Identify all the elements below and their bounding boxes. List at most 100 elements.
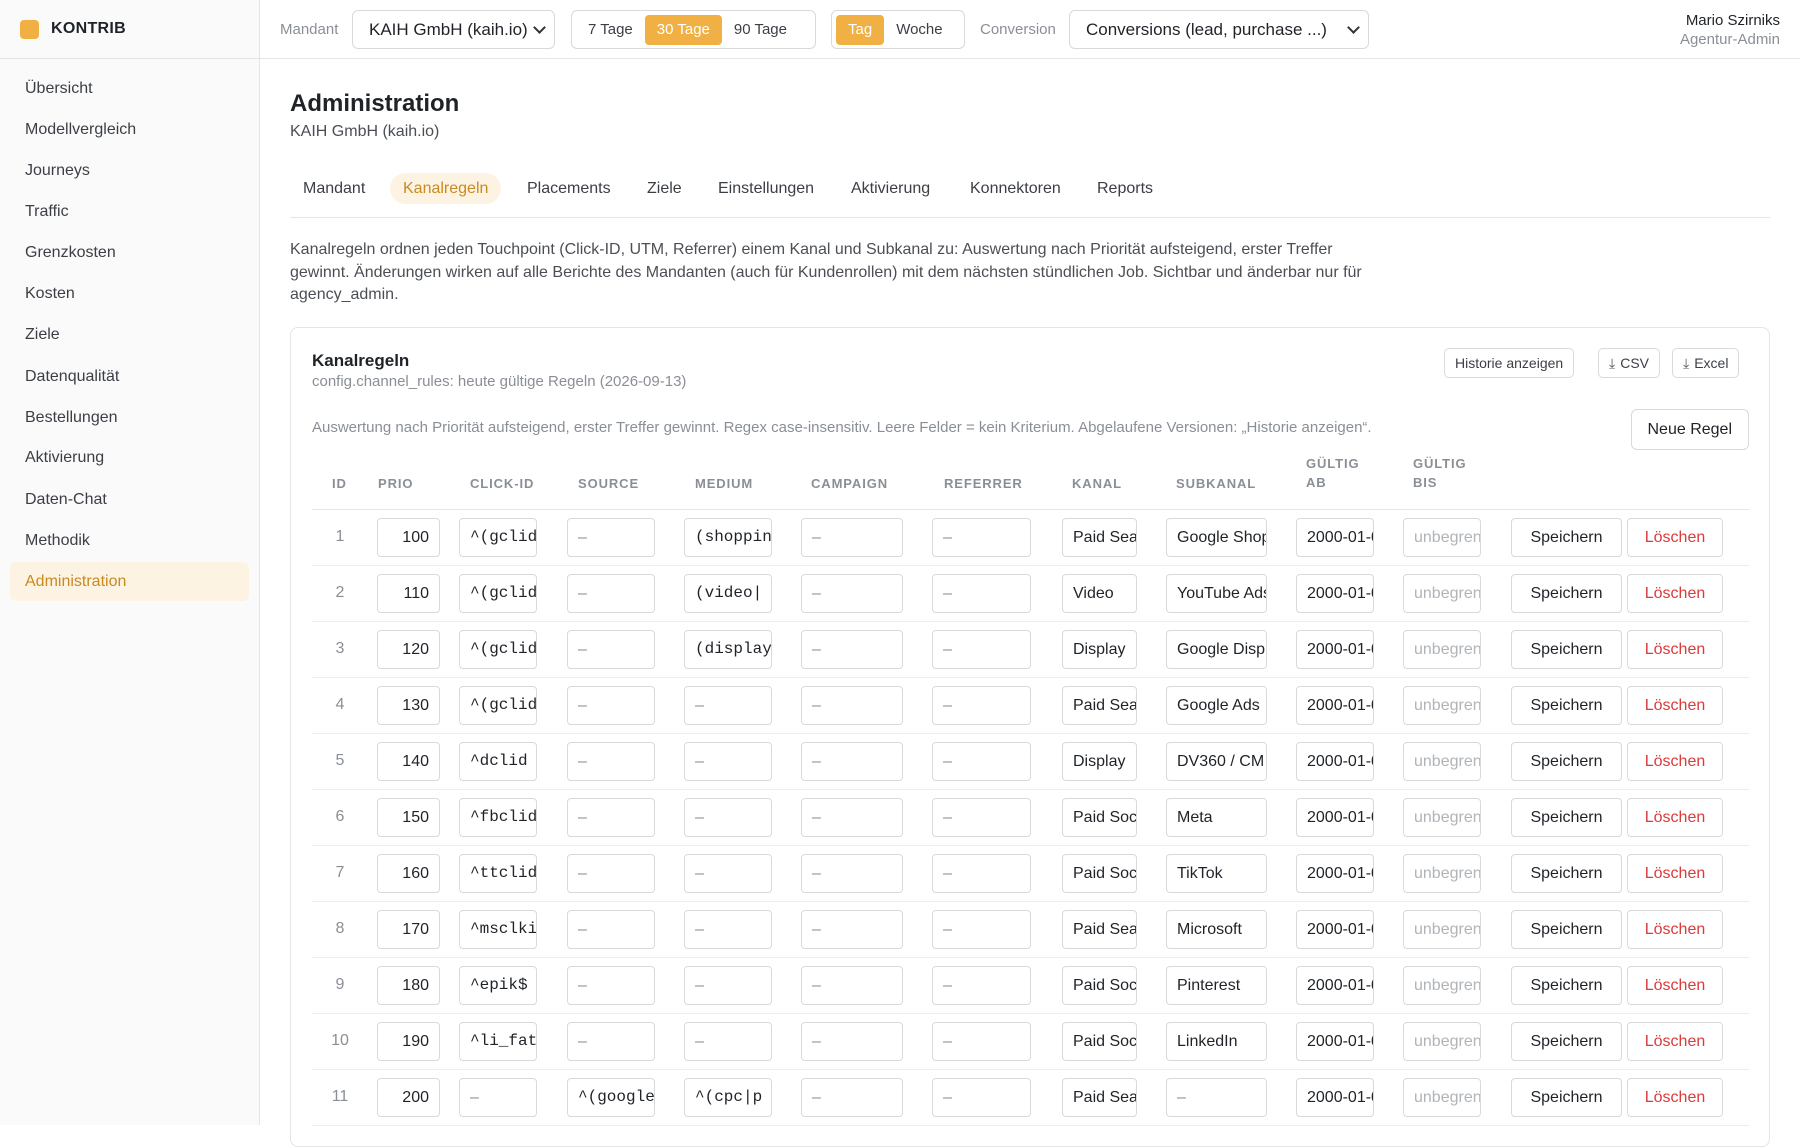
delete-button[interactable]: Löschen <box>1627 574 1723 613</box>
tab-ziele[interactable]: Ziele <box>634 173 695 204</box>
click-id-input[interactable]: ^(gclid <box>459 630 537 669</box>
campaign-input[interactable]: – <box>801 518 903 557</box>
source-input[interactable]: – <box>567 910 655 949</box>
campaign-input[interactable]: – <box>801 1078 903 1117</box>
referrer-input[interactable]: – <box>932 798 1031 837</box>
valid-until-input[interactable]: unbegrenzt <box>1403 630 1481 669</box>
source-input[interactable]: – <box>567 966 655 1005</box>
delete-button[interactable]: Löschen <box>1627 910 1723 949</box>
click-id-input[interactable]: ^li_fat <box>459 1022 537 1061</box>
export-csv-button[interactable]: ⤓ CSV <box>1598 348 1660 378</box>
save-button[interactable]: Speichern <box>1511 910 1622 949</box>
delete-button[interactable]: Löschen <box>1627 518 1723 557</box>
kanal-input[interactable]: Paid Search <box>1062 910 1137 949</box>
valid-until-input[interactable]: unbegrenzt <box>1403 854 1481 893</box>
medium-input[interactable]: – <box>684 854 772 893</box>
campaign-input[interactable]: – <box>801 798 903 837</box>
medium-input[interactable]: – <box>684 1022 772 1061</box>
kanal-input[interactable]: Display <box>1062 630 1137 669</box>
click-id-input[interactable]: – <box>459 1078 537 1117</box>
save-button[interactable]: Speichern <box>1511 742 1622 781</box>
valid-until-input[interactable]: unbegrenzt <box>1403 798 1481 837</box>
subkanal-input[interactable]: YouTube Ads <box>1166 574 1267 613</box>
tab-placements[interactable]: Placements <box>514 173 624 204</box>
referrer-input[interactable]: – <box>932 1022 1031 1061</box>
subkanal-input[interactable]: Google Ads <box>1166 686 1267 725</box>
campaign-input[interactable]: – <box>801 1022 903 1061</box>
valid-from-input[interactable]: 2000-01-01 <box>1296 1022 1374 1061</box>
kanal-input[interactable]: Paid Search <box>1062 1078 1137 1117</box>
save-button[interactable]: Speichern <box>1511 686 1622 725</box>
medium-input[interactable]: – <box>684 742 772 781</box>
subkanal-input[interactable]: – <box>1166 1078 1267 1117</box>
prio-input[interactable]: 170 <box>377 910 440 949</box>
prio-input[interactable]: 140 <box>377 742 440 781</box>
subkanal-input[interactable]: Google Display <box>1166 630 1267 669</box>
medium-input[interactable]: (display <box>684 630 772 669</box>
kanal-input[interactable]: Paid Search <box>1062 686 1137 725</box>
delete-button[interactable]: Löschen <box>1627 854 1723 893</box>
click-id-input[interactable]: ^fbclid <box>459 798 537 837</box>
kanal-input[interactable]: Paid Social <box>1062 798 1137 837</box>
valid-from-input[interactable]: 2000-01-01 <box>1296 1078 1374 1117</box>
granularity-day[interactable]: Tag <box>836 14 885 45</box>
conversion-select[interactable]: Conversions (lead, purchase ...) <box>1069 10 1369 49</box>
subkanal-input[interactable]: LinkedIn <box>1166 1022 1267 1061</box>
kanal-input[interactable]: Display <box>1062 742 1137 781</box>
campaign-input[interactable]: – <box>801 574 903 613</box>
medium-input[interactable]: – <box>684 966 772 1005</box>
tab-aktivierung[interactable]: Aktivierung <box>838 173 943 204</box>
click-id-input[interactable]: ^msclkid <box>459 910 537 949</box>
valid-until-input[interactable]: unbegrenzt <box>1403 518 1481 557</box>
save-button[interactable]: Speichern <box>1511 1078 1622 1117</box>
prio-input[interactable]: 160 <box>377 854 440 893</box>
source-input[interactable]: – <box>567 630 655 669</box>
valid-from-input[interactable]: 2000-01-01 <box>1296 966 1374 1005</box>
valid-from-input[interactable]: 2000-01-01 <box>1296 686 1374 725</box>
source-input[interactable]: – <box>567 798 655 837</box>
source-input[interactable]: – <box>567 518 655 557</box>
user-menu[interactable]: Mario Szirniks Agentur-Admin <box>1680 12 1780 48</box>
medium-input[interactable]: – <box>684 686 772 725</box>
kanal-input[interactable]: Paid Social <box>1062 1022 1137 1061</box>
valid-until-input[interactable]: unbegrenzt <box>1403 742 1481 781</box>
prio-input[interactable]: 150 <box>377 798 440 837</box>
valid-until-input[interactable]: unbegrenzt <box>1403 1022 1481 1061</box>
save-button[interactable]: Speichern <box>1511 966 1622 1005</box>
save-button[interactable]: Speichern <box>1511 574 1622 613</box>
sidebar-item-ziele[interactable]: Ziele <box>10 315 249 354</box>
tab-mandant[interactable]: Mandant <box>290 173 378 204</box>
campaign-input[interactable]: – <box>801 966 903 1005</box>
valid-from-input[interactable]: 2000-01-01 <box>1296 798 1374 837</box>
valid-from-input[interactable]: 2000-01-01 <box>1296 574 1374 613</box>
source-input[interactable]: – <box>567 854 655 893</box>
campaign-input[interactable]: – <box>801 742 903 781</box>
prio-input[interactable]: 180 <box>377 966 440 1005</box>
sidebar-item-kosten[interactable]: Kosten <box>10 274 249 313</box>
sidebar-item-aktivierung[interactable]: Aktivierung <box>10 438 249 477</box>
granularity-week[interactable]: Woche <box>884 15 954 45</box>
subkanal-input[interactable]: Microsoft <box>1166 910 1267 949</box>
tab-reports[interactable]: Reports <box>1084 173 1166 204</box>
medium-input[interactable]: (video| <box>684 574 772 613</box>
medium-input[interactable]: – <box>684 910 772 949</box>
save-button[interactable]: Speichern <box>1511 798 1622 837</box>
source-input[interactable]: – <box>567 1022 655 1061</box>
delete-button[interactable]: Löschen <box>1627 798 1723 837</box>
export-excel-button[interactable]: ⤓ Excel <box>1672 348 1740 378</box>
click-id-input[interactable]: ^(gclid <box>459 574 537 613</box>
valid-until-input[interactable]: unbegrenzt <box>1403 1078 1481 1117</box>
source-input[interactable]: – <box>567 574 655 613</box>
sidebar-item-datenqualitaet[interactable]: Datenqualität <box>10 357 249 396</box>
range-7-days[interactable]: 7 Tage <box>576 15 645 45</box>
kanal-input[interactable]: Paid Search <box>1062 518 1137 557</box>
sidebar-item-administration[interactable]: Administration <box>10 562 249 601</box>
valid-from-input[interactable]: 2000-01-01 <box>1296 910 1374 949</box>
delete-button[interactable]: Löschen <box>1627 966 1723 1005</box>
valid-until-input[interactable]: unbegrenzt <box>1403 686 1481 725</box>
prio-input[interactable]: 120 <box>377 630 440 669</box>
prio-input[interactable]: 100 <box>377 518 440 557</box>
save-button[interactable]: Speichern <box>1511 518 1622 557</box>
save-button[interactable]: Speichern <box>1511 630 1622 669</box>
referrer-input[interactable]: – <box>932 518 1031 557</box>
